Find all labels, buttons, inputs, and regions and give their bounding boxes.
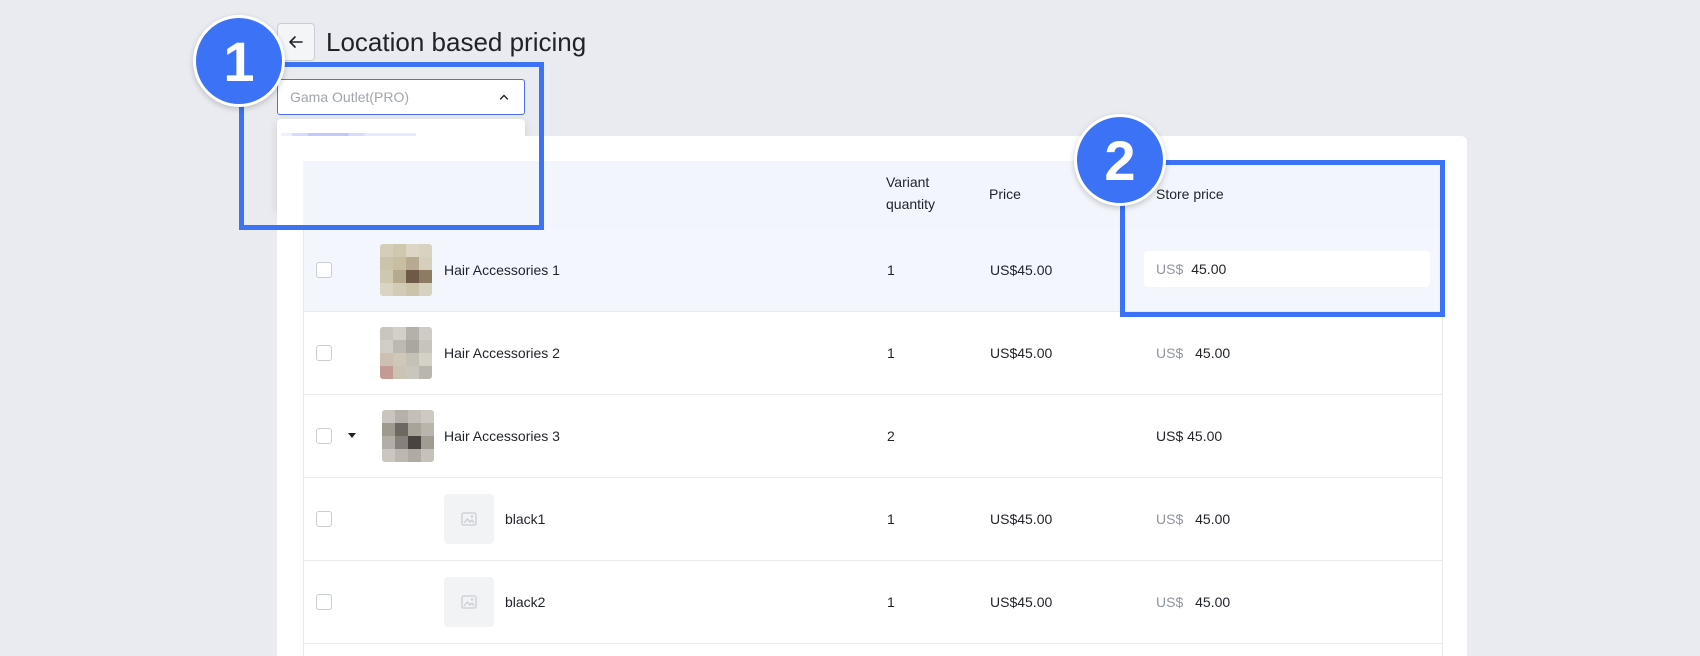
row-checkbox[interactable] [316,345,332,361]
store-price[interactable]: US$ 45.00 [1156,508,1230,530]
table-row: black1 1 US$45.00 US$ 45.00 [303,478,1443,561]
store-price[interactable]: US$ 45.00 [1156,342,1230,364]
store-price-value: 45.00 [1195,594,1231,610]
store-price-value: 45.00 [1187,428,1223,444]
arrow-left-icon [289,36,303,48]
product-thumbnail [380,244,432,296]
product-thumbnail [382,410,434,462]
variant-quantity: 1 [887,511,895,527]
currency-prefix: US$ [1156,594,1184,610]
variant-quantity: 1 [887,262,895,278]
column-price: Price [989,186,1021,202]
table-row: black2 1 US$45.00 US$ 45.00 [303,561,1443,644]
image-placeholder-icon [444,577,494,627]
store-price[interactable]: US$ 45.00 [1156,591,1230,613]
product-thumbnail [380,327,432,379]
price: US$45.00 [990,262,1053,278]
variant-name: black1 [505,511,546,527]
image-placeholder-icon [444,494,494,544]
annotation-box-1 [239,62,544,230]
product-name: Hair Accessories 2 [444,345,560,361]
currency-prefix: US$ [1156,428,1184,444]
row-checkbox[interactable] [316,428,332,444]
variant-name: black2 [505,594,546,610]
variant-quantity: 1 [887,345,895,361]
expand-caret-icon[interactable] [348,433,356,438]
page-title: Location based pricing [326,27,587,57]
variant-quantity: 1 [887,594,895,610]
store-price: US$ 45.00 [1156,425,1222,447]
store-price-value: 45.00 [1195,345,1231,361]
store-price-value: 45.00 [1195,511,1231,527]
row-checkbox[interactable] [316,511,332,527]
currency-prefix: US$ [1156,511,1184,527]
row-checkbox[interactable] [316,594,332,610]
table-row: Hair Accessories 2 1 US$45.00 US$ 45.00 [303,312,1443,395]
column-variant-quantity: Variant quantity [886,174,936,212]
annotation-badge-2: 2 [1074,114,1166,206]
product-name: Hair Accessories 3 [444,428,560,444]
price: US$45.00 [990,594,1053,610]
table-row [303,644,1443,656]
product-name: Hair Accessories 1 [444,262,560,278]
price: US$45.00 [990,511,1053,527]
variant-quantity: 2 [887,428,895,444]
annotation-box-2 [1120,160,1445,317]
row-checkbox[interactable] [316,262,332,278]
price: US$45.00 [990,345,1053,361]
currency-prefix: US$ [1156,345,1184,361]
annotation-badge-1: 1 [193,15,285,107]
table-row: Hair Accessories 3 2 US$ 45.00 [303,395,1443,478]
